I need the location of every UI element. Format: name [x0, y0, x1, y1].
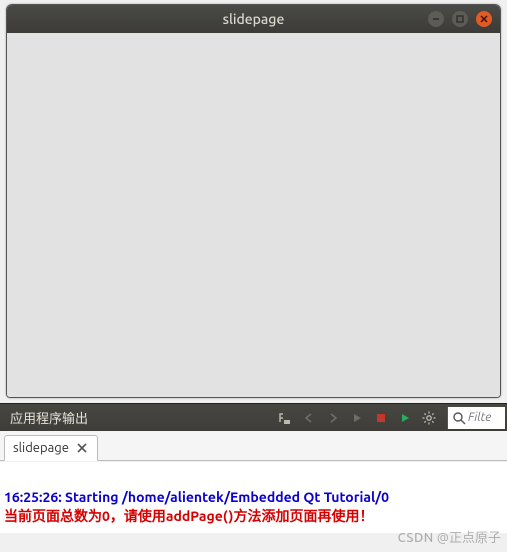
console-line-start: 16:25:26: Starting /home/alientek/Embedd…: [4, 489, 389, 505]
filter-placeholder: Filte: [468, 411, 491, 424]
run-icon[interactable]: [393, 406, 417, 430]
console-output[interactable]: 16:25:26: Starting /home/alientek/Embedd…: [0, 462, 507, 533]
output-tabs: slidepage: [0, 431, 507, 461]
watermark: CSDN @正点原子: [398, 527, 501, 546]
watermark-author: @正点原子: [437, 531, 501, 545]
app-client-area[interactable]: [7, 33, 500, 397]
play-icon: [345, 406, 369, 430]
search-icon: [452, 411, 466, 425]
output-panel-header: 应用程序输出 Filte: [0, 403, 507, 431]
close-icon[interactable]: [75, 441, 89, 455]
attach-debugger-icon[interactable]: [273, 406, 297, 430]
output-panel-title: 应用程序输出: [0, 408, 88, 427]
maximize-button[interactable]: [452, 11, 468, 27]
app-window: slidepage: [6, 4, 501, 398]
filter-input[interactable]: Filte: [447, 407, 505, 429]
window-title: slidepage: [7, 11, 500, 27]
tab-label: slidepage: [13, 441, 69, 455]
titlebar[interactable]: slidepage: [7, 5, 500, 33]
tab-slidepage[interactable]: slidepage: [4, 435, 98, 461]
gear-icon[interactable]: [417, 406, 441, 430]
stop-icon[interactable]: [369, 406, 393, 430]
minimize-button[interactable]: [428, 11, 444, 27]
close-button[interactable]: [476, 11, 492, 27]
console-line-warning: 当前页面总数为0，请使用addPage()方法添加页面再使用！: [4, 508, 374, 524]
window-controls: [428, 11, 492, 27]
watermark-site: CSDN: [398, 531, 434, 545]
prev-icon: [297, 406, 321, 430]
next-icon: [321, 406, 345, 430]
